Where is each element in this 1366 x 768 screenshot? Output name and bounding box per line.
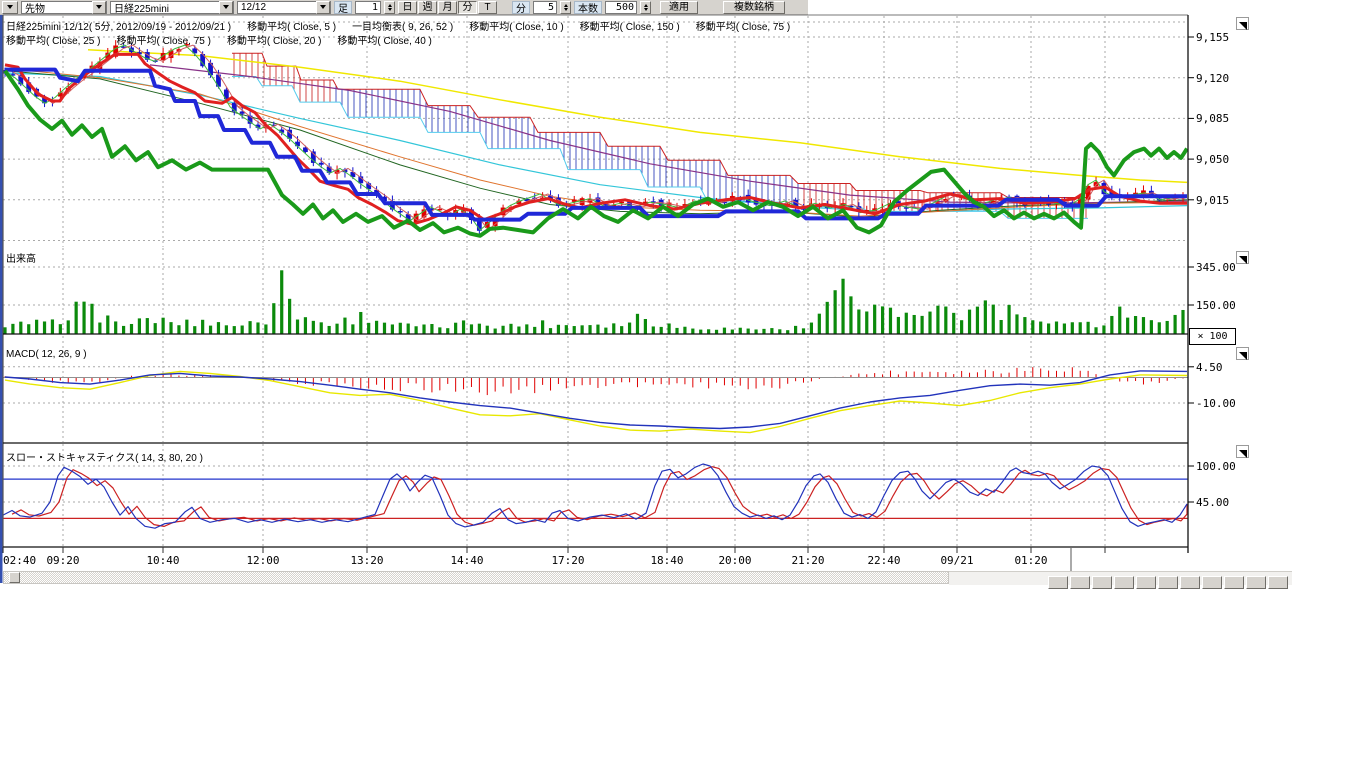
macd-axis-tick[interactable]: 4.50 bbox=[1196, 361, 1223, 374]
stoch-axis-tick[interactable]: 45.00 bbox=[1196, 496, 1229, 509]
macd-axis-tick[interactable]: -10.00 bbox=[1196, 397, 1236, 410]
legend-item: 移動平均( Close, 40 ) bbox=[337, 36, 431, 47]
time-axis-tick[interactable]: 20:00 bbox=[718, 554, 751, 567]
legend-item: 移動平均( Close, 75 ) bbox=[696, 22, 790, 33]
time-axis-tick[interactable]: 10:40 bbox=[146, 554, 179, 567]
bottom-toolbar-button[interactable] bbox=[1246, 576, 1266, 589]
legend-item: 移動平均( Close, 150 ) bbox=[580, 22, 680, 33]
corner-triangle-icon bbox=[1237, 350, 1248, 361]
ma-40-line bbox=[5, 73, 1187, 213]
time-axis-tick[interactable]: 02:40 bbox=[3, 554, 36, 567]
time-axis-tick[interactable]: 01:20 bbox=[1014, 554, 1047, 567]
volume-axis-tick[interactable]: 150.00 bbox=[1196, 299, 1236, 312]
volume-multiplier-badge: × 100 bbox=[1189, 328, 1236, 345]
scrollbar-thumb[interactable] bbox=[9, 572, 20, 583]
price-axis-tick[interactable]: 9,085 bbox=[1196, 112, 1229, 125]
legend-item: 移動平均( Close, 10 ) bbox=[469, 22, 563, 33]
bottom-toolbar-button[interactable] bbox=[1268, 576, 1288, 589]
pane-expand-button-3[interactable] bbox=[1236, 347, 1249, 360]
chart-canvas bbox=[0, 0, 1366, 590]
bottom-toolbar-button[interactable] bbox=[1114, 576, 1134, 589]
grid-layer bbox=[3, 16, 1188, 546]
pane-expand-button-1[interactable] bbox=[1236, 17, 1249, 30]
ma-150-line bbox=[88, 50, 1187, 183]
trading-chart-window: 先物 日経225mini 12/12 足 1 日週月分T 分 5 本数 500 … bbox=[0, 0, 1366, 768]
bottom-toolbar-button[interactable] bbox=[1070, 576, 1090, 589]
legend-item: 移動平均( Close, 20 ) bbox=[227, 36, 321, 47]
price-pane bbox=[3, 40, 1187, 236]
time-axis-tick[interactable]: 17:20 bbox=[551, 554, 584, 567]
price-axis-tick[interactable]: 9,120 bbox=[1196, 72, 1229, 85]
time-axis-tick[interactable]: 21:20 bbox=[791, 554, 824, 567]
bottom-toolbar-button[interactable] bbox=[1136, 576, 1156, 589]
bottom-toolbar-button[interactable] bbox=[1202, 576, 1222, 589]
price-axis-tick[interactable]: 9,015 bbox=[1196, 194, 1229, 207]
macd-signal-line bbox=[5, 371, 1187, 432]
bottom-toolbar-button[interactable] bbox=[1048, 576, 1068, 589]
corner-triangle-icon bbox=[1237, 254, 1248, 265]
bottom-toolbar-button[interactable] bbox=[1180, 576, 1200, 589]
stochastics-pane bbox=[3, 464, 1188, 528]
ma-25-line bbox=[5, 68, 1187, 216]
time-axis-tick[interactable]: 12:00 bbox=[246, 554, 279, 567]
bottom-toolbar-button[interactable] bbox=[1092, 576, 1112, 589]
ma-20-line bbox=[5, 71, 1187, 218]
bottom-toolbar-button[interactable] bbox=[1158, 576, 1178, 589]
macd-pane bbox=[3, 371, 1188, 433]
bottom-toolbar-button[interactable] bbox=[1224, 576, 1244, 589]
pane-expand-button-4[interactable] bbox=[1236, 445, 1249, 458]
time-axis-tick[interactable]: 09:20 bbox=[46, 554, 79, 567]
time-axis-tick[interactable]: 22:40 bbox=[867, 554, 900, 567]
stoch-axis-tick[interactable]: 100.00 bbox=[1196, 460, 1236, 473]
time-axis-tick[interactable]: 18:40 bbox=[650, 554, 683, 567]
overlay-green-line bbox=[5, 71, 1187, 236]
time-axis-tick[interactable]: 13:20 bbox=[350, 554, 383, 567]
price-axis-tick[interactable]: 9,050 bbox=[1196, 153, 1229, 166]
time-axis-tick[interactable]: 09/21 bbox=[940, 554, 973, 567]
legend-item: 移動平均( Close, 25 ) bbox=[6, 36, 100, 47]
pane-expand-button-2[interactable] bbox=[1236, 251, 1249, 264]
volume-axis-tick[interactable]: 345.00 bbox=[1196, 261, 1236, 274]
corner-triangle-icon bbox=[1237, 448, 1248, 459]
corner-triangle-icon bbox=[1237, 20, 1248, 31]
price-axis-tick[interactable]: 9,155 bbox=[1196, 31, 1229, 44]
stoch-d-line bbox=[12, 467, 1187, 527]
macd-pane-label: MACD( 12, 26, 9 ) bbox=[6, 349, 87, 360]
legend-item: 移動平均( Close, 75 ) bbox=[116, 36, 210, 47]
horizontal-scrollbar[interactable] bbox=[3, 571, 949, 584]
time-axis-tick[interactable]: 14:40 bbox=[450, 554, 483, 567]
volume-pane-label: 出来高 bbox=[6, 250, 36, 265]
stochastics-pane-label: スロー・ストキャスティクス( 14, 3, 80, 20 ) bbox=[6, 449, 203, 464]
chart-legend-line2: 移動平均( Close, 25 ) 移動平均( Close, 75 ) 移動平均( … bbox=[6, 32, 448, 47]
chart-legend-line1: 日経225mini 12/12( 5分, 2012/09/19 - 2012/0… bbox=[6, 18, 806, 33]
volume-series bbox=[3, 270, 1184, 334]
macd-line bbox=[5, 371, 1187, 429]
